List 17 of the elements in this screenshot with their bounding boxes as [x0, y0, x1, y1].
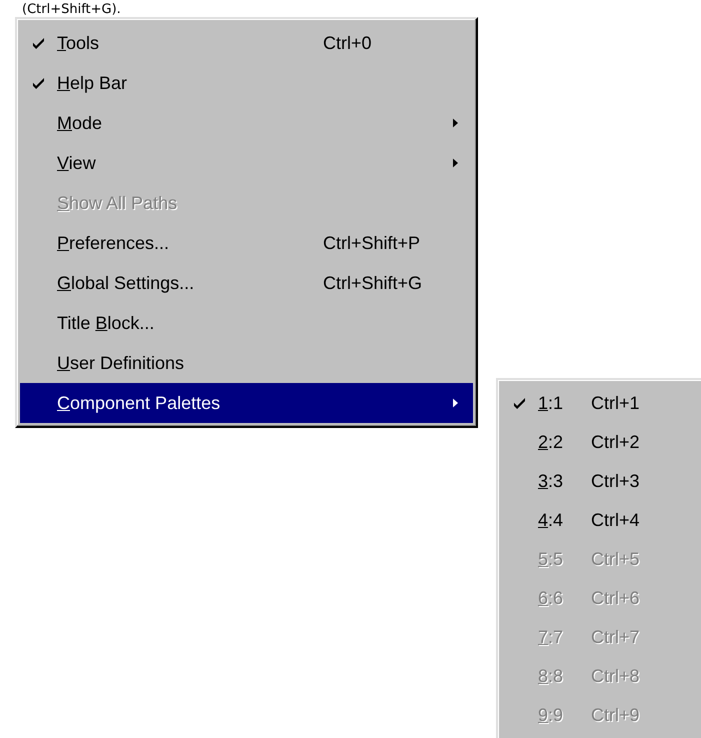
menu-item[interactable]: Tools Ctrl+0 [20, 23, 473, 63]
caption-text: (Ctrl+Shift+G). [22, 2, 121, 18]
submenu-arrow-icon [453, 118, 458, 128]
menu-item[interactable]: Component Palettes [20, 383, 473, 423]
menu-item[interactable]: User Definitions [20, 343, 473, 383]
menu-item[interactable]: 1:1 Ctrl+1 [501, 384, 698, 423]
submenu-arrow-icon [453, 158, 458, 168]
menu-item[interactable]: 4:4 Ctrl+4 [501, 501, 698, 540]
menu-item[interactable]: Mode [20, 103, 473, 143]
menu-item[interactable]: Preferences... Ctrl+Shift+P [20, 223, 473, 263]
menu-item[interactable]: 3:3 Ctrl+3 [501, 462, 698, 501]
menu-item[interactable]: View [20, 143, 473, 183]
submenu-arrow-icon [453, 398, 458, 408]
menu-item[interactable]: Title Block... [20, 303, 473, 343]
menu-item[interactable]: 2:2 Ctrl+2 [501, 423, 698, 462]
menu-item[interactable]: Global Settings... Ctrl+Shift+G [20, 263, 473, 303]
menu-item[interactable]: Help Bar [20, 63, 473, 103]
